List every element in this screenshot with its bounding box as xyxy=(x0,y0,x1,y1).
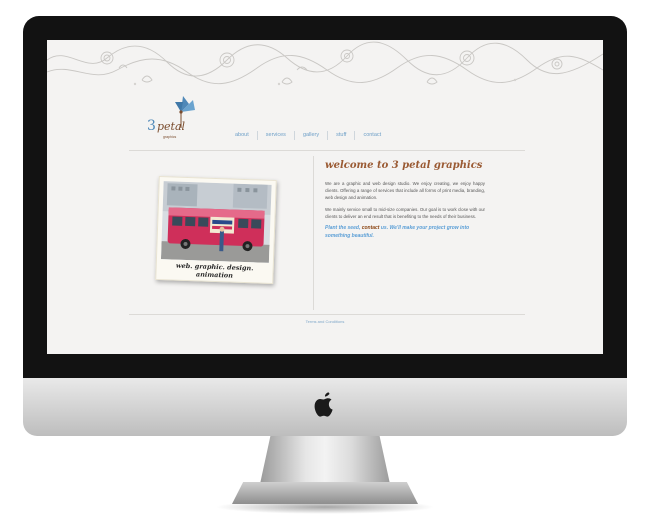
site-logo[interactable]: 3 petal graphics xyxy=(145,88,205,144)
header-divider xyxy=(129,150,525,151)
terms-link[interactable]: Terms and Conditions xyxy=(47,319,603,324)
swirl-ornament xyxy=(47,41,603,86)
nav-stuff[interactable]: stuff xyxy=(328,132,354,138)
welcome-content: welcome to 3 petal graphics We are a gra… xyxy=(325,160,485,240)
tagline-before: Plant the seed, xyxy=(325,225,362,231)
tagline: Plant the seed, contact us. We'll make y… xyxy=(325,225,485,240)
column-divider xyxy=(313,156,314,310)
tagline-contact-link[interactable]: contact xyxy=(362,225,380,231)
nav-contact[interactable]: contact xyxy=(355,132,389,138)
service-paragraph: We mainly service small to mid-size comp… xyxy=(325,207,485,219)
polaroid-caption: web. graphic. design. animation xyxy=(175,261,254,280)
website-screen: 3 petal graphics about services gallery … xyxy=(47,40,603,354)
nav-gallery[interactable]: gallery xyxy=(295,132,327,138)
polaroid-showcase[interactable]: web. graphic. design. animation xyxy=(155,175,277,285)
bus-illustration xyxy=(160,181,272,263)
main-nav: about services gallery stuff contact xyxy=(227,129,389,141)
logo-number: 3 xyxy=(147,118,156,134)
footer-divider xyxy=(129,314,525,315)
intro-paragraph: We are a graphic and web design studio. … xyxy=(325,181,485,200)
bus-photo xyxy=(160,181,272,263)
monitor-stand xyxy=(260,436,390,484)
welcome-heading: welcome to 3 petal graphics xyxy=(325,160,483,171)
logo-word: petal xyxy=(157,120,186,133)
nav-about[interactable]: about xyxy=(227,132,257,138)
monitor-foot xyxy=(232,482,418,504)
logo-subtitle: graphics xyxy=(163,135,177,139)
apple-logo-icon xyxy=(314,392,333,417)
nav-services[interactable]: services xyxy=(258,132,294,138)
imac-mockup: 3 petal graphics about services gallery … xyxy=(0,0,650,530)
